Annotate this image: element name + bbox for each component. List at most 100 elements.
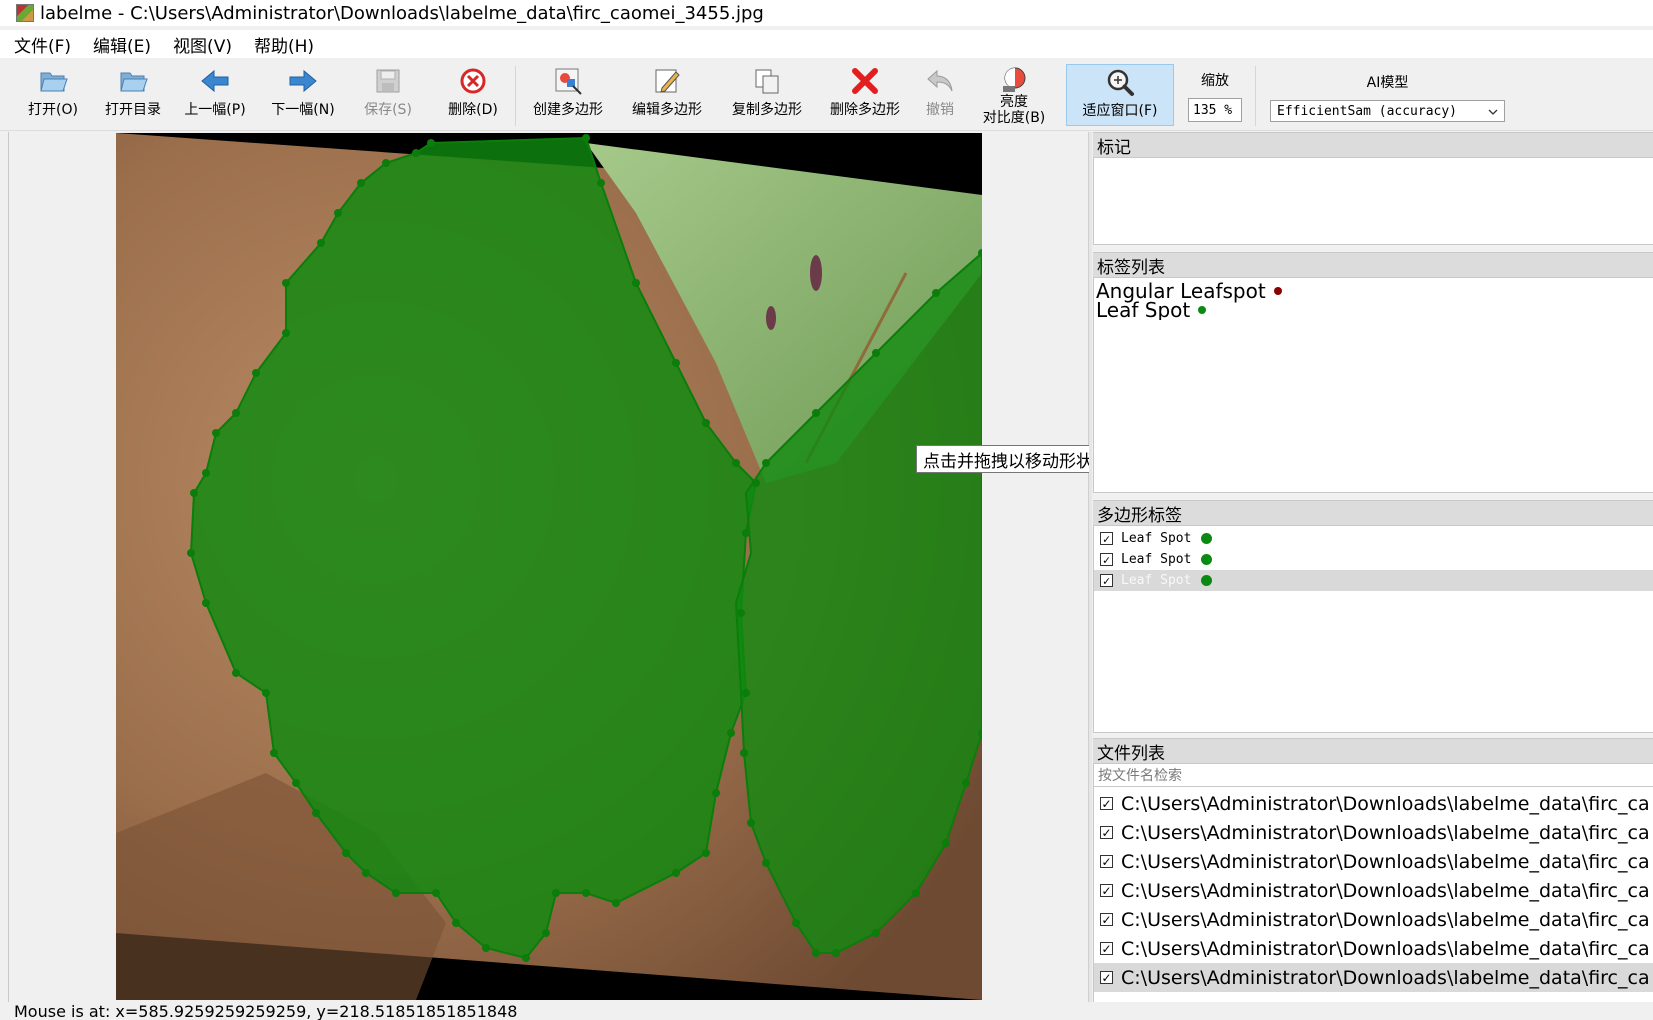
file-checkbox[interactable]: ✓ bbox=[1100, 971, 1113, 984]
zoom-label: 缩放 bbox=[1201, 73, 1229, 89]
ai-model-select[interactable]: EfficientSam (accuracy) bbox=[1270, 100, 1505, 122]
flags-list bbox=[1093, 157, 1653, 245]
open-directory-icon bbox=[118, 66, 148, 96]
edit-polygon-button[interactable]: 编辑多边形 bbox=[625, 64, 709, 126]
fit-window-label: 适应窗口(F) bbox=[1082, 103, 1158, 119]
polygon-label-name: Leaf Spot bbox=[1121, 531, 1192, 546]
file-list-item[interactable]: ✓ C:\Users\Administrator\Downloads\label… bbox=[1094, 789, 1653, 818]
copy-icon bbox=[752, 66, 782, 96]
prev-image-button[interactable]: 上一幅(P) bbox=[180, 64, 250, 126]
create-polygon-label: 创建多边形 bbox=[533, 102, 603, 118]
status-bar: Mouse is at: x=585.9259259259259, y=218.… bbox=[0, 1002, 1653, 1020]
file-list-panel: 文件列表 按文件名检索 ✓ C:\Users\Administrator\Dow… bbox=[1093, 738, 1653, 1003]
label-item-name: Leaf Spot bbox=[1096, 300, 1191, 320]
file-checkbox[interactable]: ✓ bbox=[1100, 797, 1113, 810]
file-list-item[interactable]: ✓ C:\Users\Administrator\Downloads\label… bbox=[1094, 876, 1653, 905]
file-checkbox[interactable]: ✓ bbox=[1100, 884, 1113, 897]
next-image-button[interactable]: 下一幅(N) bbox=[268, 64, 338, 126]
file-path: C:\Users\Administrator\Downloads\labelme… bbox=[1121, 879, 1650, 902]
open-label: 打开(O) bbox=[28, 102, 78, 118]
label-color-dot bbox=[1273, 287, 1282, 295]
polygon-label-name: Leaf Spot bbox=[1121, 573, 1192, 588]
window-title: labelme - C:\Users\Administrator\Downloa… bbox=[40, 2, 764, 24]
file-list: 按文件名检索 ✓ C:\Users\Administrator\Download… bbox=[1093, 763, 1653, 1003]
polygon-label-row[interactable]: ✓ Leaf Spot bbox=[1094, 528, 1653, 549]
open-button[interactable]: 打开(O) bbox=[22, 64, 84, 126]
annotated-image bbox=[116, 133, 982, 1000]
image-canvas-svg bbox=[116, 133, 982, 1000]
arrow-left-icon bbox=[200, 66, 230, 96]
delete-polygon-button[interactable]: 删除多边形 bbox=[823, 64, 907, 126]
copy-polygon-label: 复制多边形 bbox=[732, 102, 802, 118]
polygon-labels-panel: 多边形标签 ✓ Leaf Spot ✓ Leaf Spot ✓ Leaf Spo… bbox=[1093, 500, 1653, 733]
file-list-item[interactable]: ✓ C:\Users\Administrator\Downloads\label… bbox=[1094, 818, 1653, 847]
flags-panel-title: 标记 bbox=[1093, 132, 1653, 158]
ai-model-label: AI模型 bbox=[1366, 75, 1409, 91]
create-polygon-button[interactable]: 创建多边形 bbox=[526, 64, 610, 126]
zoom-magnifier-icon bbox=[1105, 67, 1135, 97]
toolbar: 打开(O) 打开目录 上一幅(P) 下一幅(N) 保存(S) 删除(D) 创建多… bbox=[0, 60, 1653, 131]
toolbar-separator bbox=[515, 66, 516, 126]
menu-help[interactable]: 帮助(H) bbox=[246, 32, 322, 57]
label-list: Angular Leafspot Leaf Spot bbox=[1093, 277, 1653, 493]
fit-window-button[interactable]: 适应窗口(F) bbox=[1066, 64, 1174, 126]
undo-icon bbox=[925, 66, 955, 96]
file-checkbox[interactable]: ✓ bbox=[1100, 855, 1113, 868]
edit-pencil-icon bbox=[652, 66, 682, 96]
open-folder-icon bbox=[38, 66, 68, 96]
undo-label: 撤销 bbox=[926, 102, 954, 118]
file-checkbox[interactable]: ✓ bbox=[1100, 826, 1113, 839]
prev-image-label: 上一幅(P) bbox=[184, 102, 246, 118]
chevron-down-icon bbox=[1488, 104, 1498, 119]
menu-bar: 文件(F) 编辑(E) 视图(V) 帮助(H) bbox=[0, 30, 1653, 58]
ai-model-value: EfficientSam (accuracy) bbox=[1277, 103, 1458, 119]
file-list-item[interactable]: ✓ C:\Users\Administrator\Downloads\label… bbox=[1094, 847, 1653, 876]
panel-splitter[interactable] bbox=[1088, 132, 1092, 1002]
zoom-input[interactable]: 135 % bbox=[1188, 98, 1242, 122]
file-path: C:\Users\Administrator\Downloads\labelme… bbox=[1121, 850, 1650, 873]
shape-tooltip: 点击并拖拽以移动形状'Leaf Spot' bbox=[916, 445, 1089, 473]
brightness-contrast-button[interactable]: 亮度 对比度(B) bbox=[975, 64, 1053, 126]
brightness-icon bbox=[999, 66, 1029, 94]
mouse-position-status: Mouse is at: x=585.9259259259259, y=218.… bbox=[14, 1002, 518, 1020]
delete-polygon-label: 删除多边形 bbox=[830, 102, 900, 118]
save-button[interactable]: 保存(S) bbox=[358, 64, 418, 126]
delete-x-icon bbox=[850, 66, 880, 96]
brightness-label-line2: 对比度(B) bbox=[982, 110, 1046, 126]
open-dir-button[interactable]: 打开目录 bbox=[98, 64, 168, 126]
polygon-color-dot bbox=[1201, 575, 1213, 586]
file-path: C:\Users\Administrator\Downloads\labelme… bbox=[1121, 821, 1650, 844]
delete-file-label: 删除(D) bbox=[448, 102, 498, 118]
menu-file[interactable]: 文件(F) bbox=[6, 32, 79, 57]
file-search-input[interactable]: 按文件名检索 bbox=[1094, 764, 1653, 787]
menu-view[interactable]: 视图(V) bbox=[165, 32, 240, 57]
toolbar-separator bbox=[1255, 66, 1256, 126]
save-icon bbox=[373, 66, 403, 96]
polygon-label-row-selected[interactable]: ✓ Leaf Spot bbox=[1094, 570, 1653, 591]
label-item[interactable]: Leaf Spot bbox=[1096, 300, 1207, 320]
polygon-label-row[interactable]: ✓ Leaf Spot bbox=[1094, 549, 1653, 570]
file-list-item[interactable]: ✓ C:\Users\Administrator\Downloads\label… bbox=[1094, 934, 1653, 963]
label-color-dot bbox=[1198, 306, 1207, 314]
file-checkbox[interactable]: ✓ bbox=[1100, 913, 1113, 926]
edit-polygon-label: 编辑多边形 bbox=[632, 102, 702, 118]
polygon-visible-checkbox[interactable]: ✓ bbox=[1100, 553, 1113, 566]
polygon-labels-title: 多边形标签 bbox=[1093, 500, 1653, 526]
undo-button[interactable]: 撤销 bbox=[912, 64, 968, 126]
file-checkbox[interactable]: ✓ bbox=[1100, 942, 1113, 955]
copy-polygon-button[interactable]: 复制多边形 bbox=[725, 64, 809, 126]
open-dir-label: 打开目录 bbox=[105, 102, 161, 118]
polygon-visible-checkbox[interactable]: ✓ bbox=[1100, 532, 1113, 545]
delete-circle-icon bbox=[458, 66, 488, 96]
app-icon bbox=[16, 4, 34, 22]
image-canvas[interactable]: 点击并拖拽以移动形状'Leaf Spot' bbox=[8, 132, 1089, 1002]
delete-file-button[interactable]: 删除(D) bbox=[442, 64, 504, 126]
menu-edit[interactable]: 编辑(E) bbox=[85, 32, 159, 57]
polygon-label-list: ✓ Leaf Spot ✓ Leaf Spot ✓ Leaf Spot bbox=[1093, 525, 1653, 733]
file-list-item-selected[interactable]: ✓ C:\Users\Administrator\Downloads\label… bbox=[1094, 963, 1653, 992]
zoom-control: 缩放 135 % bbox=[1185, 64, 1245, 126]
label-list-panel: 标签列表 Angular Leafspot Leaf Spot bbox=[1093, 252, 1653, 493]
file-list-item[interactable]: ✓ C:\Users\Administrator\Downloads\label… bbox=[1094, 905, 1653, 934]
polygon-label-name: Leaf Spot bbox=[1121, 552, 1192, 567]
polygon-visible-checkbox[interactable]: ✓ bbox=[1100, 574, 1113, 587]
